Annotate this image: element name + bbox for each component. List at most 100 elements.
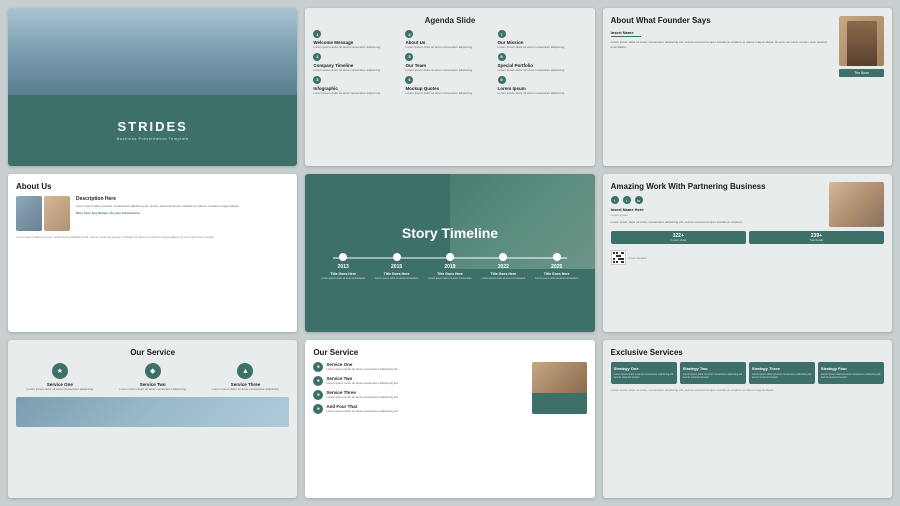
service1-item-3: ▲ Service Three Lorem ipsum dolor sit am… — [202, 363, 290, 392]
stat-label-2: Total Details — [751, 239, 882, 242]
qr-code — [611, 250, 626, 265]
stat-box-2: 239+ Total Details — [749, 231, 884, 244]
exc-card-text-3: Lorem ipsum dolor sit amet consectetur a… — [752, 373, 812, 380]
agenda-num-3: 7 — [498, 30, 506, 38]
service2-icon-1: ● — [313, 362, 323, 372]
social-icon-2: t — [623, 196, 631, 204]
service2-content-4: And Four That Lorem ipsum dolor sit amet… — [326, 404, 397, 414]
service2-item-2: ● Service Two Lorem ipsum dolor sit amet… — [313, 376, 525, 386]
timeline-ptitle-1: Title Goes Here — [330, 272, 356, 276]
service1-icon-2: ◆ — [145, 363, 161, 379]
service2-content-3: Service Three Lorem ipsum dolor sit amet… — [326, 390, 397, 400]
timeline-dot-5 — [553, 253, 561, 261]
agenda-grid: 1 Welcome Message Lorem ipsum dolor sit … — [313, 30, 586, 96]
timeline-point-3: 2019 Title Goes Here Lorem ipsum dolor s… — [427, 253, 474, 280]
amazing-title: Amazing Work With Partnering Business — [611, 182, 824, 192]
timeline-dot-1 — [339, 253, 347, 261]
founder-name: Insert Name — [611, 30, 833, 35]
agenda-num-5: 5 — [405, 53, 413, 61]
amazing-desc: Lorem ipsum dolor sit amet, consectetur … — [611, 220, 824, 224]
agenda-item-4: 2 Company Timeline Lorem ipsum dolor sit… — [313, 53, 402, 73]
qr-row: Insert Details — [611, 250, 884, 265]
about-title: About Us — [16, 182, 289, 191]
about-more-text: More Text: Key Names, No User Informatio… — [76, 211, 289, 215]
amazing-name: Insert Name Here — [611, 207, 824, 212]
agenda-num-2: 4 — [405, 30, 413, 38]
agenda-item-8: 6 Mockup Quotes Lorem ipsum dolor sit am… — [405, 76, 494, 96]
service2-item-1: ● Service One Lorem ipsum dolor sit amet… — [313, 362, 525, 372]
timeline-ptitle-5: Title Goes Here — [544, 272, 570, 276]
timeline-dot-3 — [446, 253, 454, 261]
slide-service-1[interactable]: Our Service ★ Service One Lorem ipsum do… — [8, 340, 297, 498]
agenda-text-8: Lorem ipsum dolor sit amet consectetur a… — [405, 92, 494, 96]
slide-strides[interactable]: STRIDES Business Presentation Template — [8, 8, 297, 166]
exc-card-2: Strategy Two Lorem ipsum dolor sit amet … — [680, 362, 746, 384]
founder-left: About What Founder Says Insert Name Lore… — [611, 16, 833, 158]
agenda-num-7: 3 — [313, 76, 321, 84]
timeline-year-5: 2025 — [551, 264, 562, 270]
timeline-ptext-1: Lorem ipsum dolor sit amet consectetur — [321, 277, 365, 280]
service2-content-1: Service One Lorem ipsum dolor sit amet c… — [326, 362, 397, 372]
agenda-num-6: 8 — [498, 53, 506, 61]
service2-desc-3: Lorem ipsum dolor sit amet consectetur a… — [326, 396, 397, 400]
social-icon-1: f — [611, 196, 619, 204]
slide-founder[interactable]: About What Founder Says Insert Name Lore… — [603, 8, 892, 166]
slide-timeline[interactable]: Story Timeline 2013 Title Goes Here Lore… — [305, 174, 594, 332]
agenda-item-1: 1 Welcome Message Lorem ipsum dolor sit … — [313, 30, 402, 50]
agenda-text-6: Lorem ipsum dolor sit amet consectetur a… — [498, 69, 587, 73]
amazing-right — [829, 182, 884, 227]
timeline-year-4: 2022 — [498, 264, 509, 270]
timeline-year-1: 2013 — [338, 264, 349, 270]
qr-text: Insert Details — [629, 256, 647, 260]
slide1-image — [8, 8, 297, 95]
service2-layout: ● Service One Lorem ipsum dolor sit amet… — [313, 362, 586, 414]
service1-title: Our Service — [16, 348, 289, 357]
service2-item-4: ● And Four That Lorem ipsum dolor sit am… — [313, 404, 525, 414]
slide-service-2[interactable]: Our Service ● Service One Lorem ipsum do… — [305, 340, 594, 498]
about-photos — [16, 196, 71, 231]
about-desc-text: Lorem ipsum dolor sit amet, consectetur … — [76, 204, 289, 208]
amazing-content: Amazing Work With Partnering Business f … — [611, 182, 884, 227]
boss-image — [839, 16, 884, 66]
service2-icon-3: ● — [313, 390, 323, 400]
service2-photo — [532, 362, 587, 414]
slide1-brand-area: STRIDES Business Presentation Template — [8, 95, 297, 166]
agenda-item-9: 9 Lorem Ipsum Lorem ipsum dolor sit amet… — [498, 76, 587, 96]
agenda-item-7: 3 Infographic Lorem ipsum dolor sit amet… — [313, 76, 402, 96]
service1-bottom-image — [16, 397, 289, 427]
slide-about-us[interactable]: About Us Description Here Lorem ipsum do… — [8, 174, 297, 332]
service2-photo-overlay — [532, 393, 587, 414]
service1-item-1: ★ Service One Lorem ipsum dolor sit amet… — [16, 363, 104, 392]
founder-desc: Lorem ipsum dolor sit amet, consectetur … — [611, 40, 833, 48]
agenda-num-4: 2 — [313, 53, 321, 61]
timeline-point-4: 2022 Title Goes Here Lorem ipsum dolor s… — [480, 253, 527, 280]
exc-card-4: Strategy Four Lorem ipsum dolor sit amet… — [818, 362, 884, 384]
service1-items: ★ Service One Lorem ipsum dolor sit amet… — [16, 363, 289, 392]
exc-card-text-2: Lorem ipsum dolor sit amet consectetur a… — [683, 373, 743, 380]
agenda-item-5: 5 Our Team Lorem ipsum dolor sit amet co… — [405, 53, 494, 73]
exc-card-title-1: Strategy One — [614, 366, 674, 371]
timeline-year-3: 2019 — [444, 264, 455, 270]
service1-icon-3: ▲ — [237, 363, 253, 379]
slide-agenda[interactable]: Agenda Slide 1 Welcome Message Lorem ips… — [305, 8, 594, 166]
timeline-dot-4 — [499, 253, 507, 261]
exclusive-bottom: Lorem ipsum dolor sit amet, consectetur … — [611, 388, 884, 392]
exc-card-title-4: Strategy Four — [821, 366, 881, 371]
timeline-ptitle-3: Title Goes Here — [437, 272, 463, 276]
brand-tagline: Business Presentation Template — [117, 136, 189, 141]
timeline-ptitle-4: Title Goes Here — [491, 272, 517, 276]
timeline-ptitle-2: Title Goes Here — [384, 272, 410, 276]
agenda-text-5: Lorem ipsum dolor sit amet consectetur a… — [405, 69, 494, 73]
agenda-text-4: Lorem ipsum dolor sit amet consectetur a… — [313, 69, 402, 73]
exc-card-3: Strategy Three Lorem ipsum dolor sit ame… — [749, 362, 815, 384]
service2-title: Our Service — [313, 348, 586, 357]
service1-desc-1: Lorem ipsum dolor sit amet consectetur a… — [27, 388, 94, 392]
service1-icon-1: ★ — [52, 363, 68, 379]
service1-desc-2: Lorem ipsum dolor sit amet consectetur a… — [119, 388, 186, 392]
exc-card-title-2: Strategy Two — [683, 366, 743, 371]
social-icons-row: f t in — [611, 196, 824, 204]
slide-amazing-work[interactable]: Amazing Work With Partnering Business f … — [603, 174, 892, 332]
boss-figure — [847, 21, 877, 66]
founder-title: About What Founder Says — [611, 16, 833, 26]
slide-exclusive[interactable]: Exclusive Services Strategy One Lorem ip… — [603, 340, 892, 498]
